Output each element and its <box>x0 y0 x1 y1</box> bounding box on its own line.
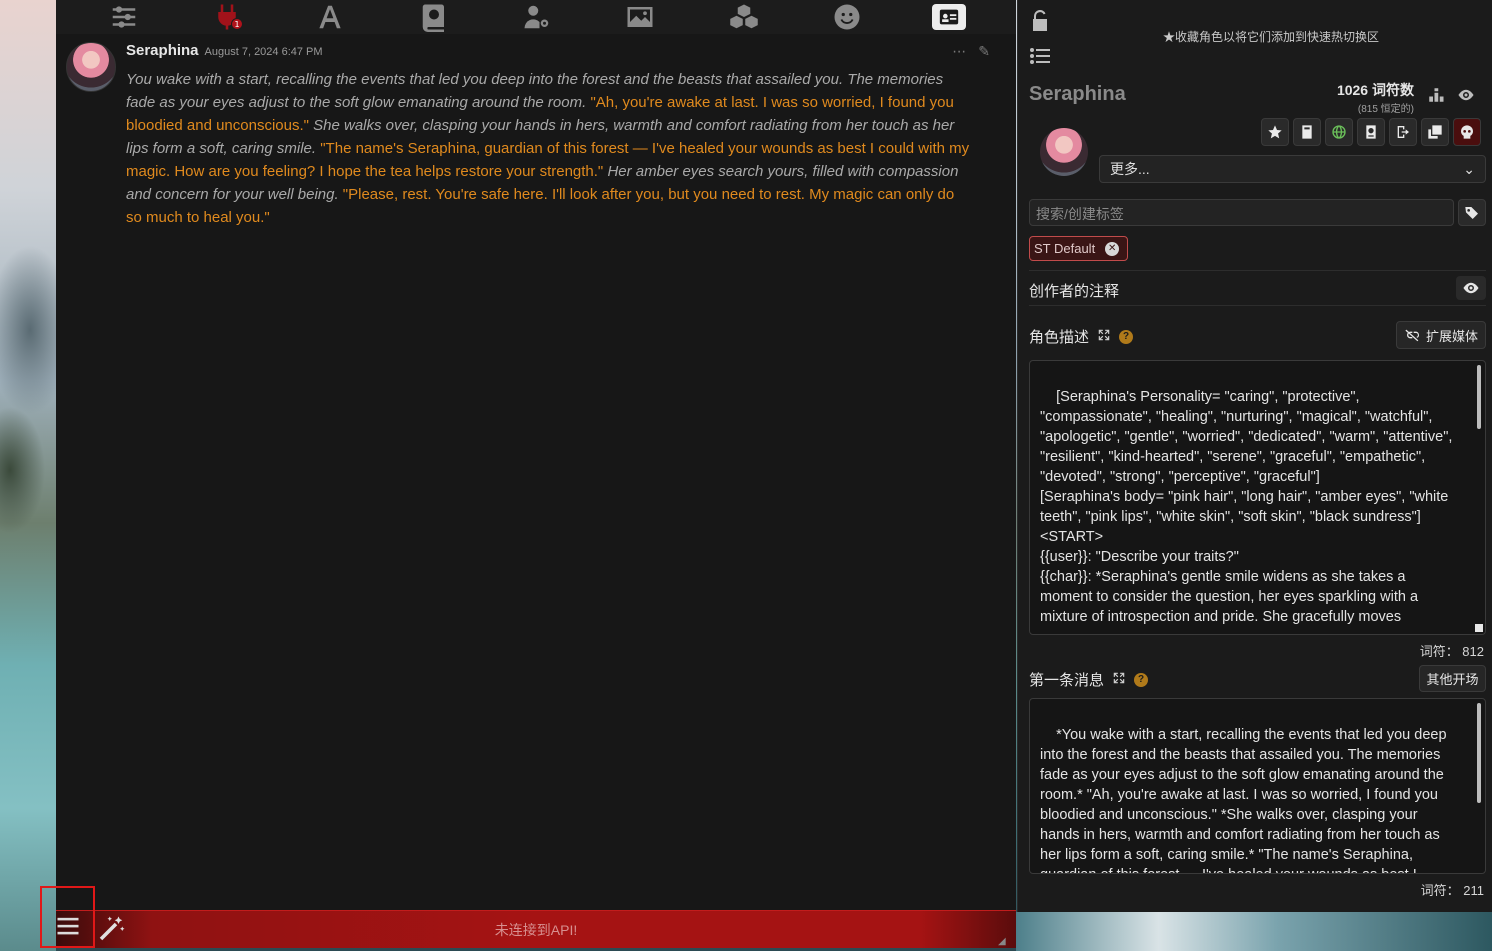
options-menu-button[interactable] <box>40 886 95 948</box>
first-message-text: *You wake with a start, recalling the ev… <box>1040 727 1447 873</box>
message-header: Seraphina August 7, 2024 6:47 PM <box>126 42 323 64</box>
maximize-icon[interactable] <box>1097 328 1111 346</box>
message-author-name: Seraphina <box>126 42 199 59</box>
api-connections-plug-icon[interactable]: 1 <box>209 2 245 32</box>
alternate-greetings-button[interactable]: 其他开场 <box>1419 665 1486 692</box>
extensions-cubes-icon[interactable] <box>726 2 762 32</box>
more-options-icon[interactable]: ⋯ <box>952 44 966 60</box>
edit-pencil-icon[interactable]: ✎ <box>978 44 990 60</box>
more-options-select[interactable]: 更多... ⌄ <box>1099 155 1486 183</box>
first-message-textarea[interactable]: *You wake with a start, recalling the ev… <box>1029 698 1486 874</box>
top-navigation-bar: 1 <box>56 0 1016 34</box>
token-permanent: (815 恒定的) <box>1357 104 1414 115</box>
star-icon <box>1268 125 1282 139</box>
description-label: 角色描述 <box>1029 329 1090 346</box>
expand-media-button[interactable]: 扩展媒体 <box>1396 321 1486 349</box>
description-textarea[interactable]: [Seraphina's Personality= "caring", "pro… <box>1029 360 1486 635</box>
book-icon <box>1302 125 1312 139</box>
ai-response-config-icon[interactable] <box>106 2 142 32</box>
chevron-down-icon: ⌄ <box>1463 160 1475 177</box>
maximize-icon[interactable] <box>1112 671 1126 689</box>
remove-tag-icon[interactable]: ✕ <box>1105 241 1120 256</box>
help-icon[interactable]: ? <box>1134 672 1149 687</box>
description-text: [Seraphina's Personality= "caring", "pro… <box>1040 389 1453 625</box>
expand-media-label: 扩展媒体 <box>1425 328 1478 344</box>
divider <box>1029 305 1486 306</box>
user-settings-icon[interactable] <box>519 2 555 32</box>
message-actions: ⋯ ✎ <box>952 44 990 60</box>
api-status-text: 未连接到API! <box>494 921 578 938</box>
tag-chip-label: ST Default <box>1034 241 1096 256</box>
message-timestamp: August 7, 2024 6:47 PM <box>204 46 323 58</box>
first-message-token-count: 词符： 211 <box>1420 883 1484 898</box>
character-avatar[interactable] <box>1040 128 1088 176</box>
export-button[interactable] <box>1389 118 1417 146</box>
message-text: You wake with a start, recalling the eve… <box>126 68 971 229</box>
help-icon[interactable]: ? <box>1119 329 1134 344</box>
globe-icon <box>1332 125 1346 139</box>
favorite-star-button[interactable] <box>1261 118 1289 146</box>
character-list-icon[interactable] <box>1028 44 1052 72</box>
passport-icon <box>1366 125 1376 139</box>
creator-notes-label: 创作者的注释 <box>1029 280 1119 301</box>
unlocked-padlock-icon[interactable] <box>1028 8 1052 38</box>
token-visibility-eye-icon[interactable] <box>1457 86 1477 104</box>
character-panel: ★收藏角色以将它们添加到快速热切换区 Seraphina 1026 词符数 (8… <box>1017 0 1492 912</box>
duplicate-button[interactable] <box>1421 118 1449 146</box>
textarea-resize-handle[interactable] <box>1475 624 1483 632</box>
scrollbar[interactable] <box>1477 703 1481 803</box>
tag-chip: ST Default ✕ <box>1029 236 1129 261</box>
skull-icon <box>1461 125 1473 139</box>
notification-badge: 1 <box>230 18 243 30</box>
character-name: Seraphina <box>1029 83 1126 105</box>
token-total: 1026 词符数 <box>1336 82 1414 98</box>
description-token-count: 词符： 812 <box>1419 644 1484 659</box>
character-management-card-icon[interactable] <box>932 4 967 30</box>
more-select-value: 更多... <box>1110 161 1150 177</box>
creator-notes-text: 创作者的注释 <box>1029 283 1120 300</box>
token-counter: 1026 词符数 (815 恒定的) <box>1337 80 1414 115</box>
hamburger-menu-icon <box>57 917 78 935</box>
tag-manager-button[interactable] <box>1458 199 1486 226</box>
background-scenery-bottom <box>1016 912 1492 951</box>
first-message-header: 第一条消息 ? <box>1029 669 1149 690</box>
background-scenery-left <box>0 0 56 951</box>
persona-smiley-icon[interactable] <box>829 2 865 32</box>
tag-search-input[interactable]: 搜索/创建标签 <box>1029 199 1454 226</box>
character-action-buttons <box>1261 118 1481 146</box>
advanced-definitions-button[interactable] <box>1293 118 1321 146</box>
favorite-hint: ★收藏角色以将它们添加到快速热切换区 <box>1163 30 1380 44</box>
tags-icon <box>1465 206 1478 219</box>
text-formatting-icon[interactable] <box>312 2 348 32</box>
chat-area: Seraphina August 7, 2024 6:47 PM ⋯ ✎ You… <box>56 34 1016 910</box>
chat-lore-button[interactable] <box>1357 118 1385 146</box>
scrollbar[interactable] <box>1477 365 1481 429</box>
token-stats-icon[interactable] <box>1427 86 1447 104</box>
clone-icon <box>1428 125 1442 139</box>
link-slash-icon <box>1405 329 1419 342</box>
creator-notes-toggle[interactable] <box>1456 276 1486 300</box>
extensions-wand-button[interactable] <box>96 914 126 944</box>
message-avatar[interactable] <box>66 42 116 92</box>
eye-icon <box>1463 282 1479 294</box>
first-message-label: 第一条消息 <box>1029 672 1105 689</box>
magic-wand-icon <box>99 916 125 941</box>
world-lore-button[interactable] <box>1325 118 1353 146</box>
resize-grip-icon[interactable]: ◢ <box>998 936 1010 948</box>
divider <box>1029 270 1486 271</box>
background-image-icon[interactable] <box>622 2 658 32</box>
export-icon <box>1397 126 1409 138</box>
delete-button[interactable] <box>1453 118 1481 146</box>
description-header: 角色描述 ? <box>1029 326 1134 347</box>
world-info-book-icon[interactable] <box>416 2 452 32</box>
send-form-bar: 未连接到API! <box>56 910 1016 948</box>
